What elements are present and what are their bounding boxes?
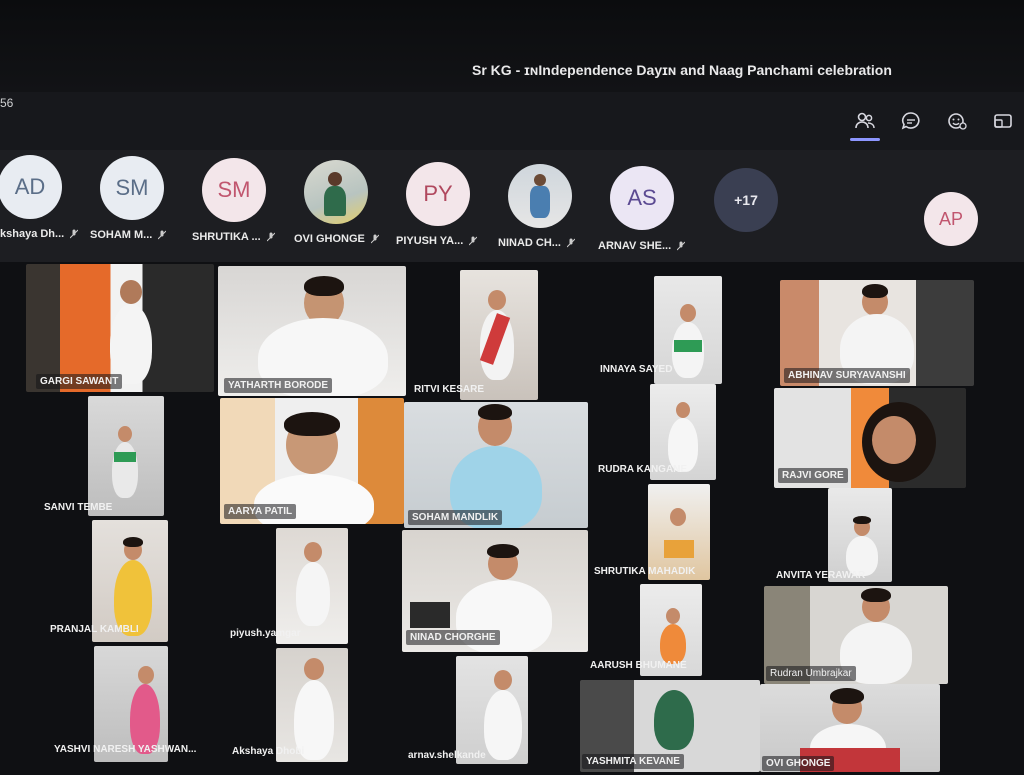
participant-label: RUDRA KANGANE <box>598 464 688 475</box>
avatar[interactable]: SM <box>202 158 266 222</box>
mic-off-icon <box>70 229 79 239</box>
participant-label: AARYA PATIL <box>224 504 297 519</box>
more-count: +17 <box>734 192 758 208</box>
participant-label: INNAYA SAYED <box>600 364 673 375</box>
participant-name: SOHAM M... <box>90 229 167 241</box>
participant-label: NINAD CHORGHE <box>406 630 500 645</box>
video-tile[interactable]: AARYA PATIL <box>220 398 404 524</box>
mic-off-icon <box>469 236 478 246</box>
video-tile[interactable]: RAJVI GORE <box>774 388 966 488</box>
participant-name: OVI GHONGE <box>294 233 379 245</box>
participant-label: arnav.shelkande <box>408 750 486 761</box>
avatar-initials: PY <box>423 181 453 206</box>
avatar[interactable]: PY <box>406 162 470 226</box>
participant-label: Rudran Umbrajkar <box>766 666 856 681</box>
reactions-button[interactable] <box>944 108 970 134</box>
participant-label: YATHARTH BORODE <box>224 378 333 393</box>
participant-label: SHRUTIKA MAHADIK <box>594 566 696 577</box>
avatar[interactable]: SM <box>100 156 164 220</box>
self-initials: AP <box>938 208 963 229</box>
video-tile[interactable]: ABHINAV SURYAVANSHI <box>780 280 974 386</box>
participant-name: ARNAV SHE... <box>598 240 686 252</box>
participant-label: RITVI KESARE <box>414 384 485 395</box>
participant-label: PRANJAL KAMBLI <box>50 624 139 635</box>
video-tile[interactable]: OVI GHONGE <box>760 684 940 772</box>
participant-label: RAJVI GORE <box>778 468 848 483</box>
video-tile[interactable] <box>88 396 164 516</box>
avatar[interactable]: AS <box>610 166 674 230</box>
chat-button[interactable] <box>898 108 924 134</box>
avatar-initials: SM <box>217 177 251 202</box>
participant-label: ABHINAV SURYAVANSHI <box>784 368 910 383</box>
video-tile[interactable]: SOHAM MANDLIK <box>404 402 588 528</box>
video-tile[interactable]: YATHARTH BORODE <box>218 266 406 396</box>
participant-name: PIYUSH YA... <box>396 235 478 247</box>
title-bar <box>0 0 1024 92</box>
mic-off-icon <box>677 241 686 251</box>
participant-label: SANVI TEMBE <box>44 502 113 513</box>
participant-label: ANVITA YERAWAR <box>776 570 866 581</box>
avatar-photo[interactable] <box>508 164 572 228</box>
video-tile[interactable]: NINAD CHORGHE <box>402 530 588 652</box>
chat-icon <box>901 112 920 130</box>
avatar-photo[interactable] <box>304 160 368 224</box>
participant-label: SOHAM MANDLIK <box>408 510 503 525</box>
participant-label: Akshaya Dhobi <box>232 746 305 757</box>
participant-label: AARUSH BHUMANE <box>590 660 687 671</box>
meeting-title: Sr KG - ɪɴIndependence Dayɪɴ and Naag Pa… <box>472 62 892 78</box>
video-tile[interactable] <box>460 270 538 400</box>
participant-label: OVI GHONGE <box>762 756 835 771</box>
video-tile[interactable]: GARGI SAWANT <box>26 264 214 392</box>
active-tab-indicator <box>850 138 880 141</box>
video-tile[interactable]: Rudran Umbrajkar <box>764 586 948 684</box>
meeting-timer: 56 <box>0 96 14 110</box>
self-avatar[interactable]: AP <box>924 192 978 246</box>
mic-off-icon <box>370 234 379 244</box>
participant-label: YASHVI NARESH YASHWAN... <box>54 744 197 755</box>
participant-name: SHRUTIKA ... <box>192 231 275 243</box>
participant-name: NINAD CH... <box>498 237 575 249</box>
participant-label: piyush.yamgar <box>230 628 301 639</box>
video-tile[interactable]: YASHMITA KEVANE <box>580 680 760 772</box>
participant-label: YASHMITA KEVANE <box>582 754 684 769</box>
participant-label: GARGI SAWANT <box>36 374 123 389</box>
people-icon <box>855 112 875 129</box>
mic-off-icon <box>566 238 575 248</box>
avatar-initials: AD <box>14 174 46 199</box>
share-icon <box>994 114 1012 128</box>
avatar-initials: AS <box>627 185 657 210</box>
more-participants-button[interactable]: +17 <box>714 168 778 232</box>
avatar-initials: SM <box>115 175 149 200</box>
mic-off-icon <box>158 230 167 240</box>
reactions-icon <box>948 113 967 130</box>
avatar[interactable]: AD <box>0 155 62 219</box>
share-button[interactable] <box>990 108 1016 134</box>
mic-off-icon <box>266 232 275 242</box>
participant-name: kshaya Dh... <box>0 228 79 240</box>
people-button[interactable] <box>852 108 878 134</box>
